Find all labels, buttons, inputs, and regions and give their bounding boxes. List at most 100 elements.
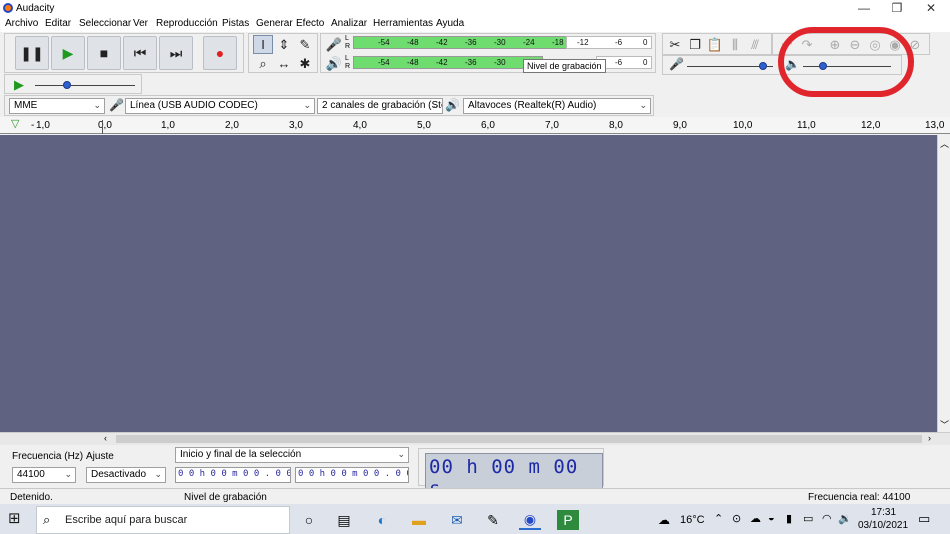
meter-tick: 0 xyxy=(643,58,648,67)
play-meter[interactable]: -54 -48 -42 -36 -30 xyxy=(353,56,543,69)
snap-select[interactable]: Desactivado ⌄ xyxy=(86,467,166,483)
speed-slider[interactable] xyxy=(63,81,71,89)
onedrive-icon[interactable]: ◒ xyxy=(768,512,775,524)
recording-device-value: Línea (USB AUDIO CODEC) xyxy=(130,100,258,111)
ruler-label: 0,0 xyxy=(98,120,112,131)
pause-button[interactable]: ❚❚ xyxy=(15,36,49,70)
chevron-down-icon: ⌄ xyxy=(154,469,162,479)
scroll-up-icon[interactable]: ︿ xyxy=(940,137,949,150)
menu-archivo[interactable]: Archivo xyxy=(5,18,38,29)
copy-button[interactable]: ❐ xyxy=(685,35,705,54)
tray-app-icon[interactable]: ⊙ xyxy=(732,512,741,525)
clock-date[interactable]: 03/10/2021 xyxy=(858,520,908,531)
play-left-channel: L xyxy=(345,55,349,62)
project-app-icon[interactable]: P xyxy=(557,510,579,530)
file-explorer-icon[interactable]: ▬ xyxy=(408,510,430,530)
start-windows-icon[interactable]: ⊞ xyxy=(8,509,21,527)
restore-button[interactable]: ❐ xyxy=(878,0,916,17)
device-toolbar: MME ⌄ 🎤 Línea (USB AUDIO CODEC) ⌄ 2 canale… xyxy=(4,95,654,116)
notifications-icon[interactable]: ▭ xyxy=(918,511,930,527)
meter-tick: -36 xyxy=(465,38,477,47)
audacity-taskbar-icon[interactable]: ◉ xyxy=(519,510,541,530)
audio-host-select[interactable]: MME ⌄ xyxy=(9,98,105,114)
mail-icon[interactable]: ✉ xyxy=(446,510,468,530)
play-at-speed-button[interactable]: ▶ xyxy=(9,75,29,94)
tray-overflow-icon[interactable]: ⌃ xyxy=(714,512,723,525)
skip-start-button[interactable]: ⏮ xyxy=(123,36,157,70)
recording-device-select[interactable]: Línea (USB AUDIO CODEC) ⌄ xyxy=(125,98,315,114)
play-meter-button[interactable]: 🔊 xyxy=(324,54,344,73)
ruler-label: 4,0 xyxy=(353,120,367,131)
close-button[interactable]: ✕ xyxy=(912,0,950,17)
record-meter[interactable]: -54 -48 -42 -36 -30 -24 -18 xyxy=(353,36,599,49)
menu-analizar[interactable]: Analizar xyxy=(331,18,367,29)
cut-button[interactable]: ✂ xyxy=(665,35,685,54)
battery-icon[interactable]: ▭ xyxy=(803,512,813,525)
stop-button[interactable]: ■ xyxy=(87,36,121,70)
scroll-right-icon[interactable]: › xyxy=(928,433,931,443)
selection-tool-button[interactable]: I xyxy=(253,35,273,54)
menu-generar[interactable]: Generar xyxy=(256,18,293,29)
menu-ayuda[interactable]: Ayuda xyxy=(436,18,464,29)
draw-tool-button[interactable]: ✎ xyxy=(295,35,315,54)
menu-ver[interactable]: Ver xyxy=(133,18,148,29)
envelope-tool-button[interactable]: ⇕ xyxy=(274,35,294,54)
vertical-scrollbar[interactable]: ︿ ﹀ xyxy=(937,135,950,432)
playback-device-value: Altavoces (Realtek(R) Audio) xyxy=(468,100,597,111)
chevron-down-icon: ⌄ xyxy=(431,100,439,110)
audacity-logo-icon xyxy=(3,3,13,13)
play-right-channel: R xyxy=(345,63,351,70)
search-icon: ⌕ xyxy=(43,512,51,527)
scroll-down-icon[interactable]: ﹀ xyxy=(940,418,949,431)
timeline-ruler[interactable]: ▽ - 1,0 0,0 1,0 2,0 3,0 4,0 5,0 6,0 7,0 … xyxy=(0,117,950,134)
selection-end-time[interactable]: 0 0 h 0 0 m 0 0 . 0 0 0 s xyxy=(295,467,409,483)
menu-editar[interactable]: Editar xyxy=(45,18,71,29)
multi-tool-button[interactable]: ✱ xyxy=(295,54,315,73)
edge-browser-icon[interactable]: ◐ xyxy=(371,510,393,530)
record-button[interactable]: ● xyxy=(203,36,237,70)
project-rate-select[interactable]: 44100 ⌄ xyxy=(12,467,76,483)
scroll-left-icon[interactable]: ‹ xyxy=(104,433,107,443)
menu-pistas[interactable]: Pistas xyxy=(222,18,249,29)
edit-toolbar: ✂ ❐ 📋 ⫼ ⫻ xyxy=(662,33,772,55)
play-button[interactable]: ▶ xyxy=(51,36,85,70)
recording-volume-icon: 🎤 xyxy=(669,57,684,71)
recording-channels-select[interactable]: 2 canales de grabación (Ster ⌄ xyxy=(317,98,443,114)
selection-format-value: Inicio y final de la selección xyxy=(180,449,302,460)
selection-format-select[interactable]: Inicio y final de la selección ⌄ xyxy=(175,447,409,463)
volume-icon[interactable]: 🔉 xyxy=(838,512,852,525)
recording-volume-slider[interactable] xyxy=(759,62,767,70)
weather-temperature[interactable]: 16°C xyxy=(680,514,705,526)
menu-efecto[interactable]: Efecto xyxy=(296,18,324,29)
wifi-icon[interactable]: ◠ xyxy=(822,512,832,525)
widgets-icon[interactable]: ▤ xyxy=(333,510,355,530)
recording-channels-value: 2 canales de grabación (Ster xyxy=(322,100,443,111)
clock-time[interactable]: 17:31 xyxy=(871,507,896,518)
usb-device-icon[interactable]: ▮ xyxy=(786,512,792,525)
taskbar-search-box[interactable]: ⌕ Escribe aquí para buscar xyxy=(36,506,290,534)
scissors-icon: ✂ xyxy=(669,36,681,52)
silence-button[interactable]: ⫻ xyxy=(745,35,765,54)
trim-button[interactable]: ⫼ xyxy=(725,35,745,54)
pin-head-icon[interactable]: ▽ xyxy=(11,117,19,130)
timeshift-tool-button[interactable]: ↔ xyxy=(274,54,294,73)
paint-app-icon[interactable]: ✎ xyxy=(482,510,504,530)
track-panel[interactable] xyxy=(0,135,937,432)
playback-device-select[interactable]: Altavoces (Realtek(R) Audio) ⌄ xyxy=(463,98,651,114)
paste-button[interactable]: 📋 xyxy=(705,35,725,54)
selection-start-time[interactable]: 0 0 h 0 0 m 0 0 . 0 0 0 s xyxy=(175,467,291,483)
horizontal-scrollbar[interactable]: ‹ › xyxy=(0,432,950,445)
zoom-tool-button[interactable]: ⌕ xyxy=(253,54,273,73)
menu-reproduccion[interactable]: Reproducción xyxy=(156,18,218,29)
record-meter-button[interactable]: 🎤 xyxy=(324,35,344,54)
skip-end-button[interactable]: ⏭ xyxy=(159,36,193,70)
chevron-down-icon: ⌄ xyxy=(93,100,101,110)
skip-start-icon: ⏮ xyxy=(133,44,147,61)
cloud-icon[interactable]: ☁ xyxy=(750,512,761,525)
copy-icon: ❐ xyxy=(689,36,701,52)
scroll-thumb[interactable] xyxy=(116,435,922,443)
menu-seleccionar[interactable]: Seleccionar xyxy=(79,18,131,29)
meter-tick: -36 xyxy=(465,58,477,67)
menu-herramientas[interactable]: Herramientas xyxy=(373,18,433,29)
task-view-icon[interactable]: ○ xyxy=(298,510,320,530)
